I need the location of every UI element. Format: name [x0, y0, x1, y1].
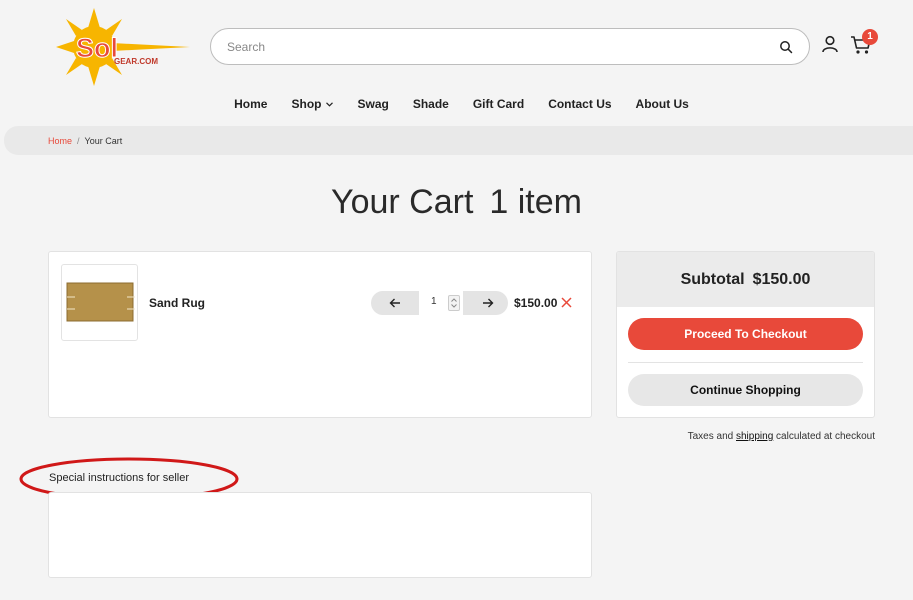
special-instructions-box: [48, 492, 592, 578]
spinner-arrows-icon: [451, 298, 457, 308]
nav-item-home[interactable]: Home: [234, 97, 267, 111]
nav-item-shop[interactable]: Shop: [291, 97, 334, 111]
page-title: Your Cart 1 item: [0, 183, 913, 222]
cart-items-panel: Sand Rug 1 $150.00: [48, 251, 592, 418]
subtotal-row: Subtotal $150.00: [617, 252, 874, 307]
logo-text: Sol: [76, 33, 118, 63]
nav-item-shade[interactable]: Shade: [413, 97, 449, 111]
line-item-price: $150.00: [514, 296, 558, 310]
quantity-value: 1: [431, 296, 437, 307]
tax-note-suffix: calculated at checkout: [776, 431, 875, 442]
decrease-quantity-button[interactable]: [375, 291, 415, 315]
breadcrumb: Home / Your Cart: [48, 136, 122, 146]
account-icon[interactable]: [821, 35, 839, 53]
site-logo[interactable]: Sol GEAR.COM: [52, 6, 192, 88]
nav-item-about-us[interactable]: About Us: [636, 97, 689, 111]
quantity-spinner[interactable]: [448, 295, 460, 311]
chevron-down-icon: [326, 101, 334, 107]
special-instructions-textarea[interactable]: [49, 493, 591, 577]
breadcrumb-separator: /: [77, 136, 80, 146]
breadcrumb-current: Your Cart: [84, 136, 123, 146]
nav-item-swag[interactable]: Swag: [357, 97, 388, 111]
continue-shopping-button[interactable]: Continue Shopping: [628, 374, 863, 406]
breadcrumb-bar: [4, 126, 913, 155]
cart-count-badge: 1: [862, 29, 878, 45]
tax-note-prefix: Taxes and: [687, 431, 734, 442]
search-input[interactable]: [227, 29, 767, 64]
special-instructions-label: Special instructions for seller: [49, 472, 190, 484]
shipping-link[interactable]: shipping: [736, 431, 773, 442]
product-thumbnail[interactable]: [61, 264, 138, 341]
nav-item-gift-card[interactable]: Gift Card: [473, 97, 524, 111]
order-summary: Subtotal $150.00 Proceed To Checkout Cont…: [616, 251, 875, 418]
remove-item-icon[interactable]: [561, 297, 572, 308]
breadcrumb-home-link[interactable]: Home: [48, 136, 72, 146]
nav-item-shop-label: Shop: [291, 97, 322, 111]
search-icon[interactable]: [779, 40, 793, 54]
nav-item-contact-us[interactable]: Contact Us: [548, 97, 611, 111]
product-name[interactable]: Sand Rug: [149, 296, 205, 310]
main-nav: Home Shop Swag Shade Gift Card Contact U…: [0, 97, 913, 111]
search-bar[interactable]: [210, 28, 810, 65]
logo-subtext: GEAR.COM: [114, 57, 158, 66]
arrow-right-icon: [483, 298, 494, 308]
quantity-input[interactable]: 1: [419, 291, 463, 315]
proceed-to-checkout-button[interactable]: Proceed To Checkout: [628, 318, 863, 350]
subtotal-value: $150.00: [752, 270, 811, 288]
arrow-left-icon: [389, 298, 400, 308]
tax-note: Taxes and shipping calculated at checkou…: [688, 431, 875, 442]
increase-quantity-button[interactable]: [468, 291, 508, 315]
summary-divider: [628, 362, 863, 363]
page-title-text: Your Cart: [331, 183, 474, 221]
cart-item-count: 1 item: [489, 183, 582, 221]
subtotal-label: Subtotal: [680, 270, 745, 288]
quantity-stepper: 1: [371, 291, 508, 315]
